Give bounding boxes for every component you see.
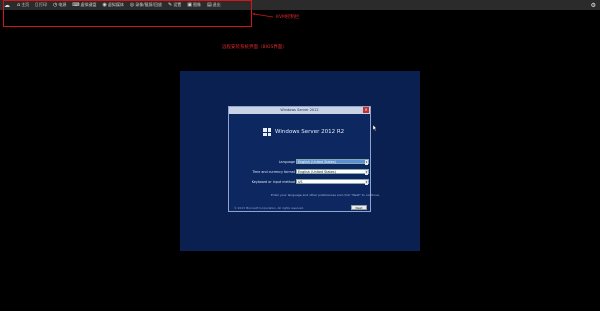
keyboard-label: Keyboard or input method [251,179,295,184]
time-format-select[interactable]: English (United States) ▾ [296,169,369,175]
dialog-title: Windows Server 2012 [229,107,370,114]
field-row-language: Language English (United States) ▾ [243,159,369,165]
settings-icon[interactable]: ⚙ [591,0,596,10]
time-format-label: Time and currency format [252,169,295,174]
console-annotation-label: 远程安装系统界面（BIOS界面） [222,45,287,50]
keyboard-select[interactable]: US ▾ [296,179,369,185]
field-row-keyboard: Keyboard or input method US ▾ [243,179,369,185]
toolbar-highlight-box [3,0,252,27]
chevron-down-icon[interactable]: ▾ [365,160,368,165]
brand-text: Windows Server 2012 R2 [275,129,345,135]
annotation-arrow-icon [252,13,274,18]
field-row-time-format: Time and currency format English (United… [243,169,369,175]
chevron-down-icon[interactable]: ▾ [365,180,368,185]
chevron-down-icon[interactable]: ▾ [365,170,368,175]
instruction-text: Enter your language and other preference… [271,193,380,197]
language-select[interactable]: English (United States) ▾ [296,159,369,165]
mouse-cursor-icon [373,125,377,131]
toolbar-annotation-label: KVM控制栏 [276,15,300,20]
close-icon[interactable]: × [363,107,369,113]
next-button[interactable]: Next [351,205,367,210]
windows-logo-icon [263,128,271,136]
windows-brand: Windows Server 2012 R2 [263,128,344,136]
time-format-value: English (United States) [298,170,336,174]
copyright-text: © 2013 Microsoft Corporation. All rights… [234,206,305,210]
language-label: Language [278,159,295,164]
language-value: English (United States) [298,160,336,164]
windows-setup-dialog: Windows Server 2012 × Windows Server 201… [228,106,380,212]
keyboard-value: US [298,180,303,184]
